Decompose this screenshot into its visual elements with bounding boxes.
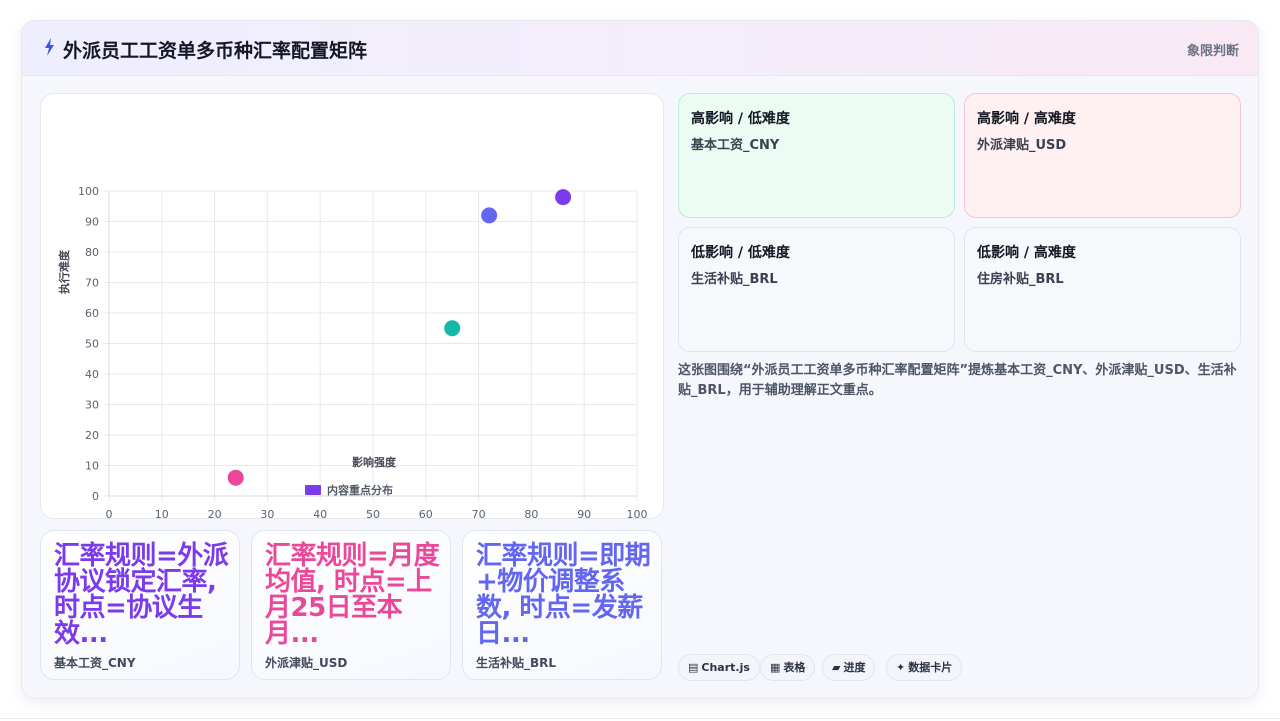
x-tick-label: 100 [627,508,648,520]
x-tick-label: 70 [472,508,486,520]
x-tick-label: 10 [155,508,169,520]
table-icon: ▦ [770,661,781,674]
y-tick-label: 0 [92,490,99,503]
x-tick-label: 80 [524,508,538,520]
x-tick-label: 50 [366,508,380,520]
scatter-chart: 0 10 20 30 40 50 60 70 80 90 100 0 10 20 30 40 50 60 70 80 9… [57,185,648,520]
chip-label: Chart.js [701,661,750,674]
header-bar: 外派员工工资单多币种汇率配置矩阵 象限判断 [22,21,1258,76]
chip-label: 表格 [783,661,806,674]
legend-label: 内容重点分布 [327,483,393,497]
y-tick-label: 20 [85,429,99,442]
stat-card-allowance: 汇率规则=月度均值, 时点=上月25日至本月... 外派津贴_USD [251,530,451,680]
y-tick-label: 10 [85,460,99,473]
chip-chartjs[interactable]: ▤ Chart.js [678,654,760,681]
page-title: 外派员工工资单多币种汇率配置矩阵 [63,40,368,62]
data-point[interactable] [555,189,572,206]
chip-progress[interactable]: ▰ 进度 [822,654,876,681]
quadrant-title: 高影响 / 低难度 [691,111,790,127]
chart-description: 这张图围绕“外派员工工资单多币种汇率配置矩阵”提炼基本工资_CNY、外派津贴_U… [678,363,1237,398]
stat-value: 汇率规则=外派协议锁定汇率, 时点=协议生效... [54,541,229,649]
stat-label: 基本工资_CNY [54,656,136,670]
quadrant-title: 低影响 / 高难度 [977,245,1076,261]
x-tick-label: 90 [577,508,591,520]
y-tick-label: 50 [85,338,99,351]
chip-label: 进度 [843,661,866,674]
scatter-chart-card: 0 10 20 30 40 50 60 70 80 90 100 0 10 20 30 40 50 60 70 80 9… [40,93,664,520]
y-tick-label: 80 [85,246,99,259]
y-tick-label: 70 [85,277,99,290]
y-axis-label: 执行难度 [57,249,71,294]
chart-icon: ▤ [688,661,699,674]
stat-card-living-subsidy: 汇率规则=即期+物价调整系数, 时点=发薪日... 生活补贴_BRL [462,530,662,680]
x-tick-label: 20 [208,508,222,520]
y-tick-label: 60 [85,307,99,320]
main-panel: 外派员工工资单多币种汇率配置矩阵 象限判断 0 10 20 30 40 50 60 70 80 9… [21,20,1259,699]
data-point[interactable] [444,320,461,337]
quadrant-title: 低影响 / 低难度 [691,245,790,261]
y-tick-label: 30 [85,399,99,412]
chip-data-card[interactable]: ✦ 数据卡片 [886,654,963,681]
stat-label: 外派津贴_USD [265,656,348,670]
quadrant-high-impact-high-difficulty: 高影响 / 高难度 外派津贴_USD [964,93,1241,218]
data-point[interactable] [481,207,498,224]
view-mode-label: 象限判断 [1186,44,1239,59]
legend-swatch[interactable] [305,485,321,495]
y-tick-label: 90 [85,216,99,229]
folder-icon: ▰ [832,661,841,674]
stat-card-base-salary: 汇率规则=外派协议锁定汇率, 时点=协议生效... 基本工资_CNY [40,530,240,680]
stat-value: 汇率规则=即期+物价调整系数, 时点=发薪日... [476,541,651,649]
y-tick-label: 100 [78,185,99,198]
quadrant-item: 住房补贴_BRL [977,272,1064,287]
x-axis-label: 影响强度 [352,455,397,469]
lightning-icon [45,38,54,56]
chart-tick-labels: 0 10 20 30 40 50 60 70 80 90 100 0 10 20 30 40 50 60 70 80 9… [78,185,648,520]
stat-value: 汇率规则=月度均值, 时点=上月25日至本月... [265,541,440,649]
quadrant-low-impact-high-difficulty: 低影响 / 高难度 住房补贴_BRL [964,227,1241,352]
chip-label: 数据卡片 [908,661,953,674]
quadrant-item: 基本工资_CNY [691,138,780,153]
quadrant-title: 高影响 / 高难度 [977,111,1076,127]
y-tick-label: 40 [85,368,99,381]
chart-points [227,189,572,486]
data-point[interactable] [227,469,244,486]
quadrant-low-impact-low-difficulty: 低影响 / 低难度 生活补贴_BRL [678,227,955,352]
x-tick-label: 40 [313,508,327,520]
x-tick-label: 0 [106,508,113,520]
x-tick-label: 30 [260,508,274,520]
x-tick-label: 60 [419,508,433,520]
page-bottom-divider [0,718,1280,719]
stat-label: 生活补贴_BRL [476,656,557,670]
quadrant-item: 生活补贴_BRL [691,272,778,287]
chip-table[interactable]: ▦ 表格 [760,654,816,681]
sparkle-icon: ✦ [896,661,906,674]
chart-grid [104,190,638,501]
quadrant-high-impact-low-difficulty: 高影响 / 低难度 基本工资_CNY [678,93,955,218]
quadrant-item: 外派津贴_USD [977,138,1067,153]
